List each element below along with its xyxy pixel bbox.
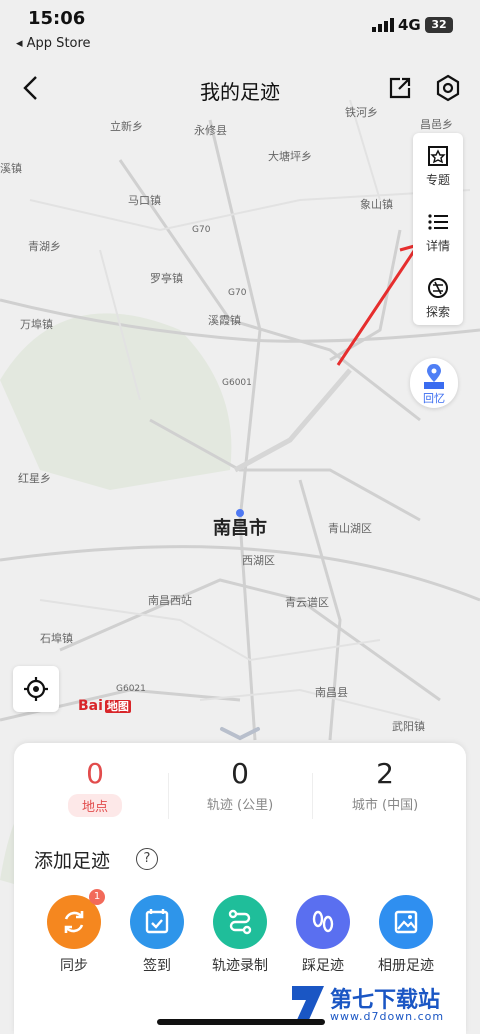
map-road-label: G70: [192, 225, 211, 235]
map-label: 溪镇: [0, 162, 22, 175]
map-green-area: [0, 313, 232, 490]
map-label: 永修县: [194, 124, 227, 137]
logo-text: Bai: [78, 698, 103, 714]
map-label: 大塘坪乡: [268, 150, 312, 163]
add-footprint-title: 添加足迹: [34, 850, 111, 872]
side-item-label: 详情: [425, 239, 450, 253]
notification-badge: 1: [89, 889, 105, 905]
red-arrow: [336, 244, 420, 366]
action-checkin[interactable]: 签到: [117, 895, 197, 975]
stat-value: 0: [231, 757, 249, 790]
map-label: 武阳镇: [392, 720, 425, 733]
battery-icon: 32: [425, 17, 453, 33]
status-time: 15:06: [28, 8, 86, 29]
list-icon: [428, 214, 448, 230]
map-label: 青云谱区: [285, 596, 329, 609]
sync-icon: 1: [47, 889, 105, 949]
gear-icon[interactable]: [434, 74, 462, 102]
map-label: 象山镇: [360, 198, 393, 211]
map-road-label: G6021: [116, 684, 146, 694]
side-item-label: 专题: [425, 173, 450, 187]
map-label: 南昌县: [315, 686, 348, 699]
back-to-app-store-link[interactable]: ◂ App Store: [16, 36, 91, 51]
explore-icon: [428, 278, 448, 298]
action-label: 同步: [60, 958, 88, 974]
map-label: 万埠镇: [20, 318, 53, 331]
stat-value: 0: [86, 757, 104, 790]
route-icon: [213, 895, 267, 949]
stat-track[interactable]: 0 轨迹 (公里): [165, 757, 315, 813]
side-item-topics[interactable]: 专题: [413, 135, 463, 195]
map-label: 西湖区: [242, 554, 275, 567]
logo-map-word: 地图: [104, 700, 131, 713]
map-label: 溪霞镇: [208, 314, 241, 327]
help-icon[interactable]: ?: [136, 848, 158, 870]
action-label: 相册足迹: [378, 958, 434, 974]
map-label: 石埠镇: [40, 632, 73, 645]
map-label: 青山湖区: [328, 522, 372, 535]
locate-me-button[interactable]: [13, 666, 59, 712]
map-label: 南昌西站: [148, 594, 192, 607]
stat-label: 地点: [67, 794, 122, 817]
network-type: 4G: [398, 16, 421, 34]
share-icon[interactable]: [386, 74, 414, 102]
stat-cities[interactable]: 2 城市 (中国): [310, 757, 460, 813]
stat-label: 城市 (中国): [351, 798, 419, 813]
map-label: 青湖乡: [28, 240, 61, 253]
side-item-explore[interactable]: 探索: [413, 267, 463, 327]
side-item-details[interactable]: 详情: [413, 201, 463, 261]
action-sync[interactable]: 1 同步: [34, 889, 114, 975]
map-label: 马口镇: [128, 194, 161, 207]
map-pin-icon: [424, 364, 444, 389]
action-step-footprint[interactable]: 踩足迹: [283, 895, 363, 975]
side-item-label: 探索: [425, 305, 450, 319]
map-label: 罗亭镇: [150, 272, 183, 285]
map-label: 昌邑乡: [420, 118, 453, 131]
home-indicator[interactable]: [157, 1019, 325, 1025]
action-label: 签到: [143, 958, 171, 974]
status-bar: 15:06 ◂ App Store 4G 32: [0, 0, 480, 58]
topic-icon: [428, 146, 448, 166]
action-label: 轨迹录制: [212, 958, 268, 974]
album-icon: [379, 895, 433, 949]
calendar-check-icon: [130, 895, 184, 949]
map-road-label: G70: [228, 288, 247, 298]
side-panel: 专题 详情 探索: [413, 133, 463, 325]
map-road-label: G6001: [222, 378, 252, 388]
map-label: 红星乡: [18, 472, 51, 485]
action-label: 踩足迹: [302, 958, 344, 974]
memory-label: 回忆: [423, 392, 445, 405]
action-track-record[interactable]: 轨迹录制: [200, 895, 280, 975]
stat-label: 轨迹 (公里): [206, 798, 274, 813]
stat-places[interactable]: 0 地点: [20, 757, 170, 817]
page-header: 我的足迹: [0, 62, 480, 114]
action-album-footprint[interactable]: 相册足迹: [366, 895, 446, 975]
footprint-icon: [296, 895, 350, 949]
crosshair-icon: [24, 677, 48, 701]
map-label: 立新乡: [110, 120, 143, 133]
memory-button[interactable]: 回忆: [410, 358, 458, 408]
signal-icon: [372, 18, 394, 32]
panel-collapse-icon[interactable]: [218, 725, 262, 741]
baidu-map-logo: Bai 地图: [78, 698, 131, 714]
watermark-url: www.d7down.com: [330, 1010, 445, 1023]
stat-value: 2: [376, 757, 394, 790]
city-label: 南昌市: [213, 518, 267, 539]
